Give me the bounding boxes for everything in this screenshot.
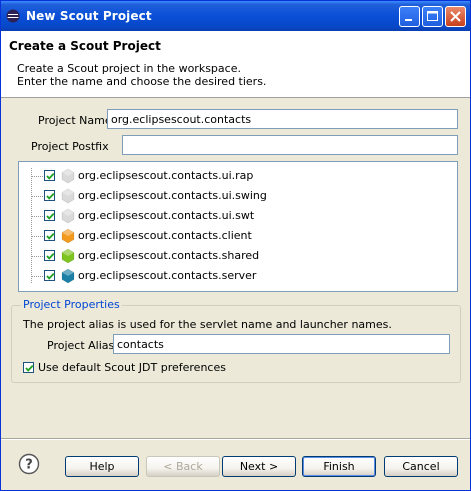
- project-alias-input[interactable]: contacts: [113, 334, 450, 354]
- tier-item[interactable]: org.eclipsescout.contacts.server: [19, 266, 419, 286]
- tree-branch: [31, 216, 43, 217]
- project-name-label: Project Name: [38, 114, 112, 127]
- description-line-2: Enter the name and choose the desired ti…: [17, 75, 267, 88]
- maximize-icon: [427, 11, 438, 21]
- tree-branch: [31, 236, 43, 237]
- project-properties-legend: Project Properties: [21, 298, 122, 311]
- tier-label: org.eclipsescout.contacts.client: [78, 229, 252, 242]
- tier-tree[interactable]: org.eclipsescout.contacts.ui.rap org.ecli…: [18, 161, 458, 292]
- hexagon-green-icon: [61, 248, 75, 264]
- maximize-button[interactable]: [422, 6, 443, 27]
- tier-label: org.eclipsescout.contacts.server: [78, 269, 257, 282]
- tree-branch: [31, 196, 43, 197]
- checkmark-icon: [46, 272, 55, 280]
- hexagon-gray-icon: [61, 208, 75, 224]
- tier-item[interactable]: org.eclipsescout.contacts.client: [19, 226, 419, 246]
- tier-checkbox[interactable]: [44, 170, 55, 181]
- tree-branch: [31, 176, 43, 177]
- svg-text:?: ?: [25, 458, 33, 473]
- description-line-1: Create a Scout project in the workspace.: [17, 62, 241, 75]
- button-bar-separator: [1, 438, 470, 440]
- page-description: Create a Scout project in the workspace.…: [17, 62, 266, 88]
- finish-button[interactable]: Finish: [302, 456, 376, 477]
- help-icon[interactable]: ?: [18, 453, 40, 475]
- project-name-input[interactable]: org.eclipsescout.contacts: [107, 109, 458, 129]
- hexagon-orange-icon: [61, 228, 75, 244]
- page-title: Create a Scout Project: [9, 39, 161, 53]
- tier-checkbox[interactable]: [44, 230, 55, 241]
- checkmark-icon: [25, 364, 34, 372]
- back-button[interactable]: < Back: [146, 456, 220, 477]
- project-alias-label: Project Alias: [47, 339, 115, 352]
- tier-item[interactable]: org.eclipsescout.contacts.shared: [19, 246, 419, 266]
- cancel-button[interactable]: Cancel: [384, 456, 458, 477]
- tier-checkbox[interactable]: [44, 270, 55, 281]
- tier-label: org.eclipsescout.contacts.shared: [78, 249, 260, 262]
- tier-checkbox[interactable]: [44, 210, 55, 221]
- close-icon: [450, 11, 461, 22]
- hexagon-gray-icon: [61, 188, 75, 204]
- checkmark-icon: [46, 232, 55, 240]
- minimize-icon: [405, 19, 412, 21]
- tree-branch: [31, 256, 43, 257]
- tier-item[interactable]: org.eclipsescout.contacts.ui.rap: [19, 166, 419, 186]
- tier-checkbox[interactable]: [44, 190, 55, 201]
- tier-item[interactable]: org.eclipsescout.contacts.ui.swing: [19, 186, 419, 206]
- hexagon-gray-icon: [61, 168, 75, 184]
- checkmark-icon: [46, 192, 55, 200]
- tier-label: org.eclipsescout.contacts.ui.rap: [78, 169, 254, 182]
- project-postfix-input[interactable]: [122, 135, 458, 155]
- minimize-button[interactable]: [399, 6, 420, 27]
- alias-description: The project alias is used for the servle…: [23, 318, 392, 331]
- project-postfix-label: Project Postfix: [31, 140, 109, 153]
- tree-branch: [31, 276, 43, 277]
- hexagon-teal-icon: [61, 268, 75, 284]
- checkmark-icon: [46, 172, 55, 180]
- tier-item[interactable]: org.eclipsescout.contacts.ui.swt: [19, 206, 419, 226]
- tier-checkbox[interactable]: [44, 250, 55, 261]
- window-title: New Scout Project: [26, 9, 152, 23]
- jdt-preferences-checkbox[interactable]: [23, 362, 34, 373]
- tier-label: org.eclipsescout.contacts.ui.swt: [78, 209, 255, 222]
- eclipse-icon: [6, 9, 20, 23]
- title-bar[interactable]: New Scout Project: [1, 1, 470, 31]
- jdt-preferences-label[interactable]: Use default Scout JDT preferences: [38, 361, 226, 374]
- help-button[interactable]: Help: [65, 456, 139, 477]
- tier-label: org.eclipsescout.contacts.ui.swing: [78, 189, 267, 202]
- close-button[interactable]: [445, 6, 466, 27]
- checkmark-icon: [46, 212, 55, 220]
- wizard-header: Create a Scout Project Create a Scout pr…: [1, 31, 470, 98]
- next-button[interactable]: Next >: [222, 456, 296, 477]
- dialog-window: New Scout Project Create a Scout Project…: [0, 0, 471, 491]
- checkmark-icon: [46, 252, 55, 260]
